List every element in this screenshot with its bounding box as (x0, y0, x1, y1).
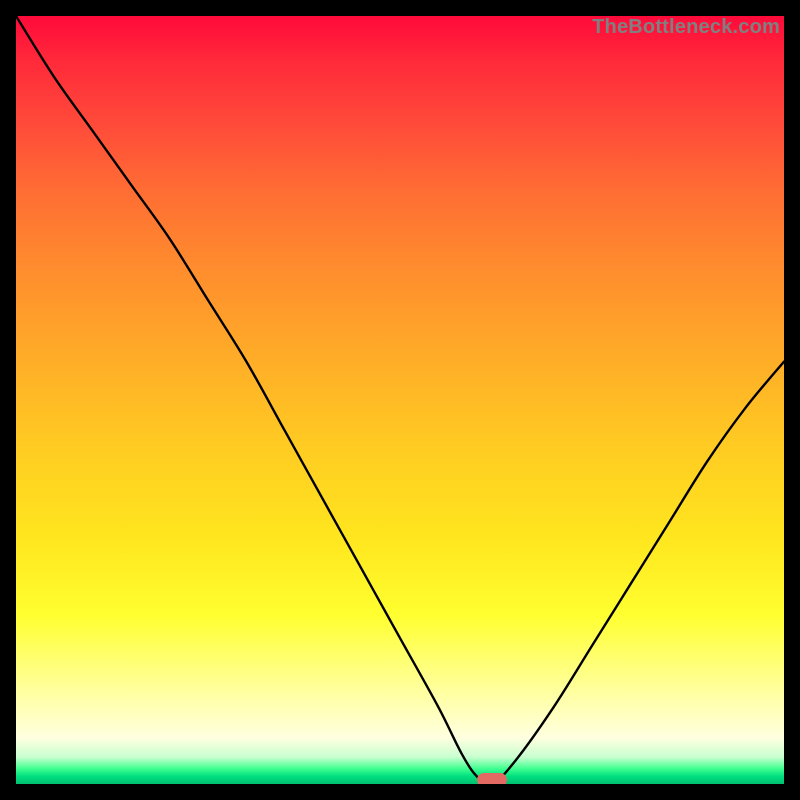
chart-frame: TheBottleneck.com (0, 0, 800, 800)
bottleneck-curve (16, 16, 784, 784)
plot-area: TheBottleneck.com (16, 16, 784, 784)
attribution-watermark: TheBottleneck.com (592, 16, 780, 39)
optimum-marker (477, 773, 507, 784)
